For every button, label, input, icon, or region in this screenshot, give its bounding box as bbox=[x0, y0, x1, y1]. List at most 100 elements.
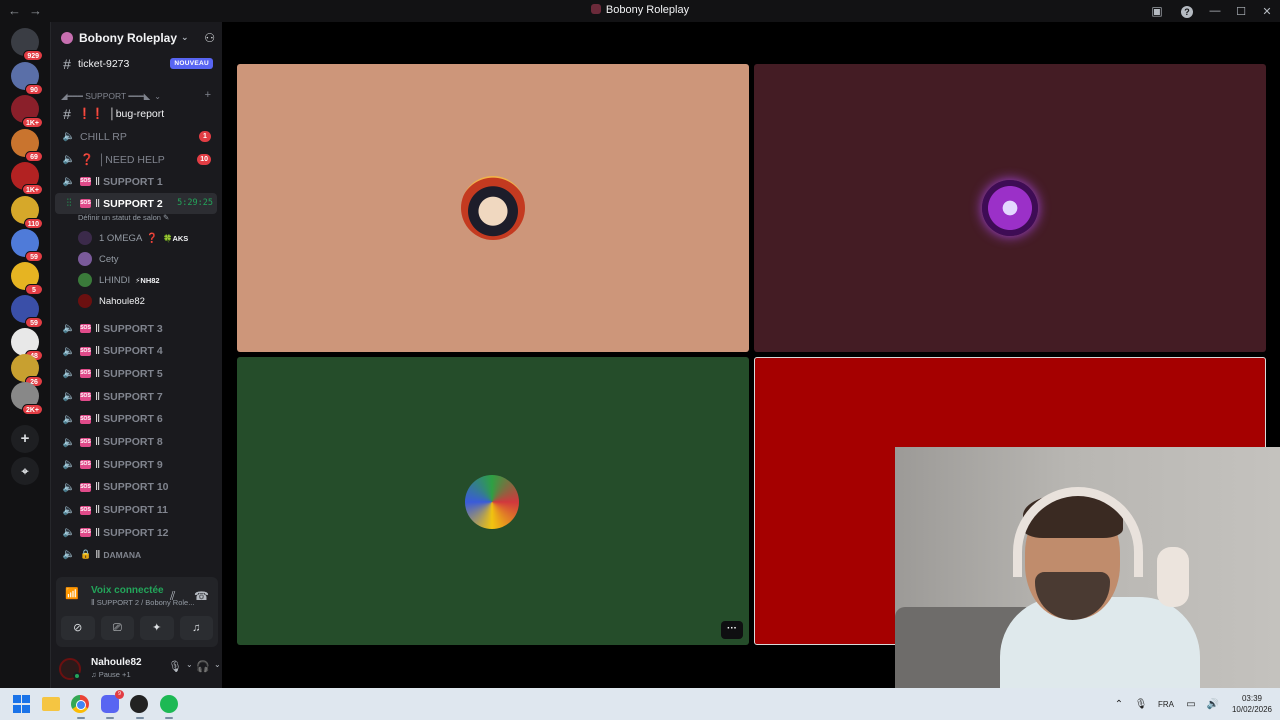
noise-suppression-icon[interactable]: ⫽ bbox=[170, 589, 175, 604]
hash-icon: # bbox=[63, 55, 71, 72]
username[interactable]: Nahoule82 bbox=[91, 657, 142, 668]
signal-icon[interactable]: 📶 bbox=[65, 587, 79, 600]
channel-ticket[interactable]: # ticket-9273 NOUVEAU bbox=[55, 53, 217, 74]
title-bar: ← → Bobony Roleplay ▣ ? — ☐ ✕ bbox=[0, 0, 1280, 22]
channel-bug-report[interactable]: # ❗❗ │bug-report bbox=[55, 103, 217, 124]
channel-support-1[interactable]: 🔈 SOS Ⅱ SUPPORT 1 bbox=[55, 171, 217, 192]
chevron-up-icon[interactable]: ⌃ bbox=[1108, 699, 1130, 710]
server-icon-4[interactable]: 69 bbox=[11, 129, 43, 162]
discord-app: ← → Bobony Roleplay ▣ ? — ☐ ✕ + ⌖ 929 90 1… bbox=[0, 0, 1280, 720]
add-channel-icon[interactable]: + bbox=[205, 89, 211, 101]
channel-chill-rp[interactable]: 🔈 CHILL RP 1 bbox=[55, 126, 217, 147]
channel-support[interactable]: 🔈 SOS Ⅱ SUPPORT 11 bbox=[55, 500, 217, 521]
headset-icon[interactable]: 🎧 bbox=[196, 660, 210, 673]
server-icon-2[interactable]: 90 bbox=[11, 62, 43, 95]
help-icon[interactable]: ? bbox=[1172, 4, 1202, 18]
bar-glyph: Ⅱ bbox=[95, 504, 101, 517]
soundboard-button[interactable]: ♫ bbox=[179, 616, 213, 640]
bar-glyph: Ⅱ bbox=[95, 367, 101, 380]
network-icon[interactable]: ▭ bbox=[1180, 699, 1202, 710]
tile-omega[interactable] bbox=[237, 64, 749, 352]
channel-label: SUPPORT 3 bbox=[103, 322, 163, 335]
mention-badge: 10 bbox=[197, 154, 211, 165]
chevron-down-icon[interactable]: ⌄ bbox=[186, 660, 193, 669]
channel-support[interactable]: 🔈 SOS Ⅱ SUPPORT 6 bbox=[55, 409, 217, 430]
volume-icon[interactable]: 🔊 bbox=[1202, 699, 1224, 710]
voice-user[interactable]: 1 ОМЕGА ❓ 🍀AKS bbox=[78, 228, 188, 248]
microphone-icon[interactable]: 🎙 bbox=[1130, 699, 1152, 710]
invite-icon[interactable]: ⚇ bbox=[204, 31, 215, 45]
title-bar-actions: ▣ ? — ☐ ✕ bbox=[1142, 0, 1280, 22]
minimize-button[interactable]: — bbox=[1202, 5, 1228, 17]
microphone-icon[interactable]: 🎙 bbox=[168, 660, 182, 673]
channel-support-2[interactable]: ⫶⫶ SOS Ⅱ SUPPORT 2 5:29:25 bbox=[55, 193, 217, 214]
clock[interactable]: 03:39 10/02/2026 bbox=[1224, 693, 1280, 715]
close-button[interactable]: ✕ bbox=[1254, 5, 1280, 18]
discover-button[interactable]: ⌖ bbox=[11, 457, 39, 485]
server-header[interactable]: Bobony Roleplay ⌄ ⚇ bbox=[51, 22, 223, 53]
server-icon-1[interactable]: 929 bbox=[11, 28, 43, 61]
voice-active-icon: ⫶⫶ bbox=[66, 198, 72, 209]
camera-off-button[interactable]: ⊘ bbox=[61, 616, 95, 640]
maximize-button[interactable]: ☐ bbox=[1228, 5, 1254, 18]
sos-icon: SOS bbox=[80, 528, 91, 538]
channel-label: SUPPORT 9 bbox=[103, 458, 163, 471]
windows-start-icon[interactable] bbox=[13, 695, 31, 713]
category-support[interactable]: ◢━━━ SUPPORT ━━━◣ ⌄ + bbox=[61, 89, 221, 103]
server-mention-badge: 69 bbox=[25, 151, 43, 162]
server-mention-badge: 5 bbox=[25, 284, 43, 295]
voice-user[interactable]: LHINDI ⚡NH82 bbox=[78, 270, 160, 290]
bar-glyph: Ⅱ bbox=[95, 345, 101, 358]
voice-panel: 📶 Voix connectée Ⅱ SUPPORT 2 / Bobony Ro… bbox=[51, 577, 254, 688]
spotify-icon[interactable] bbox=[160, 695, 178, 713]
discord-icon[interactable]: 9 bbox=[101, 690, 124, 713]
channel-label: SUPPORT 11 bbox=[103, 504, 168, 517]
speaker-icon: 🔈 bbox=[62, 323, 76, 334]
channel-status-hint[interactable]: Définir un statut de salon ✎ bbox=[78, 213, 169, 222]
channel-support[interactable]: 🔈 SOS Ⅱ SUPPORT 9 bbox=[55, 454, 217, 475]
channel-support[interactable]: 🔈 SOS Ⅱ SUPPORT 12 bbox=[55, 522, 217, 543]
disconnect-icon[interactable]: ☎ bbox=[194, 589, 209, 603]
obs-icon[interactable] bbox=[130, 695, 148, 713]
sos-icon: SOS bbox=[80, 392, 91, 402]
channel-support[interactable]: 🔈 SOS Ⅱ SUPPORT 10 bbox=[55, 477, 217, 498]
avatar bbox=[78, 294, 92, 308]
channel-support[interactable]: 🔈 SOS Ⅱ SUPPORT 4 bbox=[55, 341, 217, 362]
file-explorer-icon[interactable] bbox=[42, 697, 60, 711]
tile-cety[interactable] bbox=[754, 64, 1266, 352]
chrome-icon[interactable] bbox=[71, 695, 89, 713]
channel-support[interactable]: 🔈 SOS Ⅱ SUPPORT 7 bbox=[55, 386, 217, 407]
server-icon-7[interactable]: 59 bbox=[11, 229, 43, 262]
avatar bbox=[78, 231, 92, 245]
more-options-button[interactable]: ··· bbox=[721, 621, 743, 639]
channel-label: DAMANA bbox=[103, 549, 142, 560]
channel-support[interactable]: 🔈 SOS Ⅱ SUPPORT 8 bbox=[55, 432, 217, 453]
activity-button[interactable]: ✦ bbox=[140, 616, 174, 640]
channel-support[interactable]: 🔈 SOS Ⅱ SUPPORT 5 bbox=[55, 363, 217, 384]
notification-badge: 9 bbox=[115, 690, 124, 699]
server-icon-9[interactable]: 59 bbox=[11, 295, 43, 328]
voice-user[interactable]: Cety bbox=[78, 249, 119, 269]
channel-need-help[interactable]: 🔈 ❓ │NEED HELP 10 bbox=[55, 149, 217, 170]
server-icon-11[interactable]: 26 bbox=[11, 354, 43, 387]
chevron-down-icon[interactable]: ⌄ bbox=[214, 660, 221, 669]
voice-user-name: Nahoule82 bbox=[99, 295, 145, 307]
voice-location[interactable]: Ⅱ SUPPORT 2 / Bobony Role... bbox=[91, 598, 194, 607]
tile-lhindi[interactable]: ··· bbox=[237, 357, 749, 645]
channel-support[interactable]: 🔈 SOS Ⅱ SUPPORT 3 bbox=[55, 318, 217, 339]
channel-label: SUPPORT 7 bbox=[103, 390, 163, 403]
speaker-icon: 🔈 bbox=[62, 413, 76, 425]
channel-damana[interactable]: 🔈 🔒 Ⅱ DAMANA bbox=[55, 544, 217, 565]
server-icon-12[interactable]: 2K+ bbox=[11, 382, 43, 415]
language-indicator[interactable]: FRA bbox=[1152, 700, 1180, 709]
channel-label: SUPPORT 10 bbox=[103, 481, 169, 494]
server-icon-10[interactable]: 48 bbox=[11, 328, 43, 361]
screen-share-button[interactable]: ⎚ bbox=[100, 616, 134, 640]
add-server-button[interactable]: + bbox=[11, 425, 39, 453]
inbox-icon[interactable]: ▣ bbox=[1142, 4, 1172, 18]
server-icon-6[interactable]: 110 bbox=[11, 196, 43, 229]
server-icon-8[interactable]: 5 bbox=[11, 262, 43, 295]
server-icon-3[interactable]: 1K+ bbox=[11, 95, 43, 128]
server-icon-5[interactable]: 1K+ bbox=[11, 162, 43, 195]
voice-user[interactable]: Nahoule82 bbox=[78, 291, 145, 311]
